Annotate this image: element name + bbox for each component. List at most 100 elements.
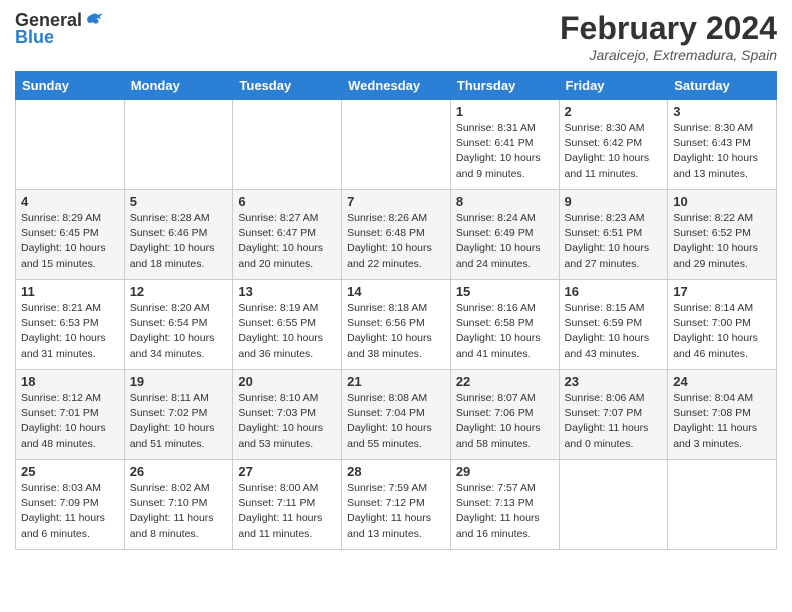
day-number: 13 (238, 284, 336, 299)
calendar-cell: 20 Sunrise: 8:10 AM Sunset: 7:03 PM Dayli… (233, 370, 342, 460)
calendar-cell: 18 Sunrise: 8:12 AM Sunset: 7:01 PM Dayli… (16, 370, 125, 460)
calendar-cell: 7 Sunrise: 8:26 AM Sunset: 6:48 PM Daylig… (342, 190, 451, 280)
calendar-cell: 16 Sunrise: 8:15 AM Sunset: 6:59 PM Dayli… (559, 280, 668, 370)
day-info: Sunrise: 7:57 AM Sunset: 7:13 PM Dayligh… (456, 481, 554, 542)
day-number: 25 (21, 464, 119, 479)
calendar-cell: 14 Sunrise: 8:18 AM Sunset: 6:56 PM Dayli… (342, 280, 451, 370)
day-info: Sunrise: 8:29 AM Sunset: 6:45 PM Dayligh… (21, 211, 119, 272)
calendar-cell: 24 Sunrise: 8:04 AM Sunset: 7:08 PM Dayli… (668, 370, 777, 460)
calendar-cell (559, 460, 668, 550)
day-number: 1 (456, 104, 554, 119)
day-info: Sunrise: 8:20 AM Sunset: 6:54 PM Dayligh… (130, 301, 228, 362)
calendar-cell: 19Sunrise: 8:11 AM Sunset: 7:02 PM Dayli… (124, 370, 233, 460)
calendar-cell: 27 Sunrise: 8:00 AM Sunset: 7:11 PM Dayli… (233, 460, 342, 550)
calendar-cell (124, 100, 233, 190)
day-number: 20 (238, 374, 336, 389)
day-info: Sunrise: 8:16 AM Sunset: 6:58 PM Dayligh… (456, 301, 554, 362)
day-number: 8 (456, 194, 554, 209)
calendar-week-row: 18 Sunrise: 8:12 AM Sunset: 7:01 PM Dayli… (16, 370, 777, 460)
day-info: Sunrise: 8:27 AM Sunset: 6:47 PM Dayligh… (238, 211, 336, 272)
day-info: Sunrise: 8:31 AM Sunset: 6:41 PM Dayligh… (456, 121, 554, 182)
calendar-cell (16, 100, 125, 190)
calendar-cell: 8Sunrise: 8:24 AM Sunset: 6:49 PM Daylig… (450, 190, 559, 280)
day-number: 12 (130, 284, 228, 299)
day-info: Sunrise: 8:04 AM Sunset: 7:08 PM Dayligh… (673, 391, 771, 452)
day-number: 2 (565, 104, 663, 119)
day-number: 22 (456, 374, 554, 389)
day-number: 10 (673, 194, 771, 209)
day-number: 3 (673, 104, 771, 119)
day-number: 5 (130, 194, 228, 209)
calendar-cell: 17 Sunrise: 8:14 AM Sunset: 7:00 PM Dayli… (668, 280, 777, 370)
calendar-cell: 23Sunrise: 8:06 AM Sunset: 7:07 PM Dayli… (559, 370, 668, 460)
day-info: Sunrise: 7:59 AM Sunset: 7:12 PM Dayligh… (347, 481, 445, 542)
day-number: 7 (347, 194, 445, 209)
day-info: Sunrise: 8:28 AM Sunset: 6:46 PM Dayligh… (130, 211, 228, 272)
day-number: 15 (456, 284, 554, 299)
column-header-wednesday: Wednesday (342, 72, 451, 100)
day-info: Sunrise: 8:03 AM Sunset: 7:09 PM Dayligh… (21, 481, 119, 542)
column-header-tuesday: Tuesday (233, 72, 342, 100)
day-number: 17 (673, 284, 771, 299)
day-number: 21 (347, 374, 445, 389)
day-number: 23 (565, 374, 663, 389)
day-info: Sunrise: 8:19 AM Sunset: 6:55 PM Dayligh… (238, 301, 336, 362)
calendar-cell: 22Sunrise: 8:07 AM Sunset: 7:06 PM Dayli… (450, 370, 559, 460)
column-header-thursday: Thursday (450, 72, 559, 100)
calendar-cell: 4 Sunrise: 8:29 AM Sunset: 6:45 PM Daylig… (16, 190, 125, 280)
calendar-table: SundayMondayTuesdayWednesdayThursdayFrid… (15, 71, 777, 550)
day-number: 16 (565, 284, 663, 299)
column-header-friday: Friday (559, 72, 668, 100)
calendar-cell: 9 Sunrise: 8:23 AM Sunset: 6:51 PM Daylig… (559, 190, 668, 280)
day-info: Sunrise: 8:02 AM Sunset: 7:10 PM Dayligh… (130, 481, 228, 542)
day-number: 28 (347, 464, 445, 479)
day-number: 4 (21, 194, 119, 209)
calendar-cell: 3Sunrise: 8:30 AM Sunset: 6:43 PM Daylig… (668, 100, 777, 190)
day-number: 9 (565, 194, 663, 209)
day-info: Sunrise: 8:18 AM Sunset: 6:56 PM Dayligh… (347, 301, 445, 362)
day-info: Sunrise: 8:15 AM Sunset: 6:59 PM Dayligh… (565, 301, 663, 362)
column-header-monday: Monday (124, 72, 233, 100)
calendar-cell (233, 100, 342, 190)
logo-blue: Blue (15, 27, 54, 48)
calendar-week-row: 11 Sunrise: 8:21 AM Sunset: 6:53 PM Dayli… (16, 280, 777, 370)
day-number: 14 (347, 284, 445, 299)
day-number: 6 (238, 194, 336, 209)
day-info: Sunrise: 8:30 AM Sunset: 6:42 PM Dayligh… (565, 121, 663, 182)
day-number: 19 (130, 374, 228, 389)
day-info: Sunrise: 8:23 AM Sunset: 6:51 PM Dayligh… (565, 211, 663, 272)
calendar-cell: 6 Sunrise: 8:27 AM Sunset: 6:47 PM Daylig… (233, 190, 342, 280)
calendar-cell (668, 460, 777, 550)
day-number: 11 (21, 284, 119, 299)
day-number: 24 (673, 374, 771, 389)
page-header: General Blue February 2024 Jaraicejo, Ex… (15, 10, 777, 63)
calendar-cell: 28 Sunrise: 7:59 AM Sunset: 7:12 PM Dayli… (342, 460, 451, 550)
day-info: Sunrise: 8:14 AM Sunset: 7:00 PM Dayligh… (673, 301, 771, 362)
calendar-cell: 1 Sunrise: 8:31 AM Sunset: 6:41 PM Daylig… (450, 100, 559, 190)
logo: General Blue (15, 10, 104, 48)
calendar-cell: 2 Sunrise: 8:30 AM Sunset: 6:42 PM Daylig… (559, 100, 668, 190)
column-header-sunday: Sunday (16, 72, 125, 100)
month-title: February 2024 (560, 10, 777, 47)
calendar-cell: 15 Sunrise: 8:16 AM Sunset: 6:58 PM Dayli… (450, 280, 559, 370)
calendar-week-row: 4 Sunrise: 8:29 AM Sunset: 6:45 PM Daylig… (16, 190, 777, 280)
day-number: 26 (130, 464, 228, 479)
calendar-cell: 21Sunrise: 8:08 AM Sunset: 7:04 PM Dayli… (342, 370, 451, 460)
day-info: Sunrise: 8:10 AM Sunset: 7:03 PM Dayligh… (238, 391, 336, 452)
day-info: Sunrise: 8:00 AM Sunset: 7:11 PM Dayligh… (238, 481, 336, 542)
calendar-cell: 10 Sunrise: 8:22 AM Sunset: 6:52 PM Dayli… (668, 190, 777, 280)
day-number: 18 (21, 374, 119, 389)
column-header-saturday: Saturday (668, 72, 777, 100)
day-info: Sunrise: 8:12 AM Sunset: 7:01 PM Dayligh… (21, 391, 119, 452)
day-info: Sunrise: 8:21 AM Sunset: 6:53 PM Dayligh… (21, 301, 119, 362)
calendar-cell: 25 Sunrise: 8:03 AM Sunset: 7:09 PM Dayli… (16, 460, 125, 550)
calendar-header-row: SundayMondayTuesdayWednesdayThursdayFrid… (16, 72, 777, 100)
calendar-cell: 26 Sunrise: 8:02 AM Sunset: 7:10 PM Dayli… (124, 460, 233, 550)
calendar-cell: 5 Sunrise: 8:28 AM Sunset: 6:46 PM Daylig… (124, 190, 233, 280)
day-info: Sunrise: 8:26 AM Sunset: 6:48 PM Dayligh… (347, 211, 445, 272)
calendar-cell: 13 Sunrise: 8:19 AM Sunset: 6:55 PM Dayli… (233, 280, 342, 370)
calendar-cell (342, 100, 451, 190)
day-info: Sunrise: 8:22 AM Sunset: 6:52 PM Dayligh… (673, 211, 771, 272)
location-text: Jaraicejo, Extremadura, Spain (560, 47, 777, 63)
day-number: 27 (238, 464, 336, 479)
